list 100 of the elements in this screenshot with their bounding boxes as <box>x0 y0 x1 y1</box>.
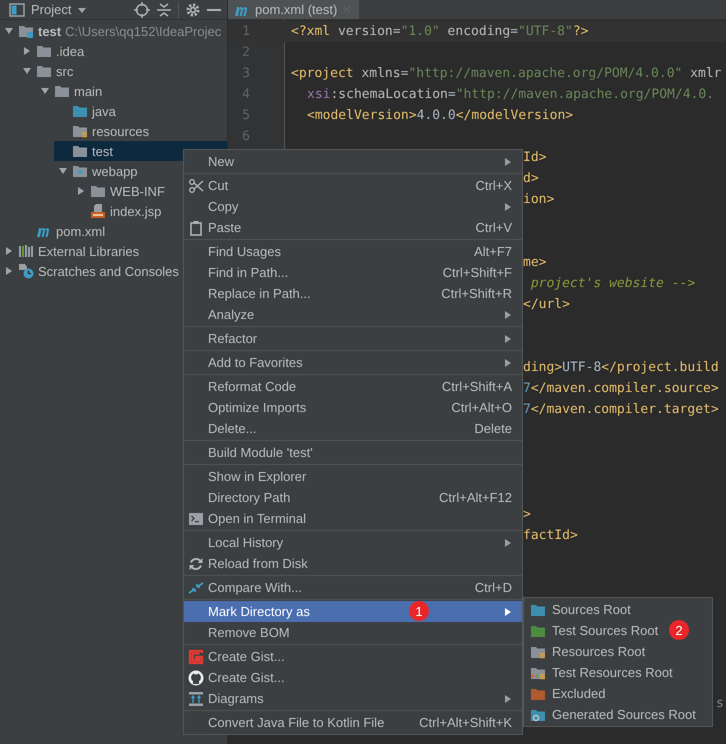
github-icon <box>188 670 204 686</box>
menu-item[interactable]: Test Resources Root <box>524 662 712 683</box>
menu-item[interactable]: Replace in Path... Ctrl+Shift+R <box>184 283 522 304</box>
menu-item[interactable]: Analyze <box>184 304 522 325</box>
menu-item[interactable]: Open in Terminal <box>184 508 522 529</box>
web-folder-icon <box>72 163 88 179</box>
expanded-arrow-icon[interactable] <box>22 66 32 76</box>
tree-item[interactable]: src <box>18 61 227 81</box>
code-line: ion> <box>523 192 554 207</box>
folder-icon <box>72 143 88 159</box>
code-line: <?xml version="1.0" encoding="UTF-8"?> <box>291 24 588 39</box>
menu-item[interactable]: Add to Favorites <box>184 352 522 373</box>
resource-folder-icon <box>72 123 88 139</box>
shortcut-label: Alt+F7 <box>474 244 512 259</box>
collapsed-arrow-icon[interactable] <box>4 246 14 256</box>
menu-item[interactable]: Convert Java File to Kotlin File Ctrl+Alt+Shift+K <box>184 712 522 733</box>
menu-item[interactable]: Build Module 'test' <box>184 442 522 463</box>
menu-item[interactable]: Generated Sources Root <box>524 704 712 725</box>
expanded-arrow-icon[interactable] <box>58 166 68 176</box>
menu-item[interactable]: Cut Ctrl+X <box>184 175 522 196</box>
reload-icon <box>188 556 204 572</box>
library-icon <box>18 243 34 259</box>
code-line: s <box>716 696 724 711</box>
folder-icon <box>90 183 106 199</box>
menu-item[interactable]: Find in Path... Ctrl+Shift+F <box>184 262 522 283</box>
folder-icon <box>36 63 52 79</box>
project-path: C:\Users\qq152\IdeaProjec <box>65 24 222 38</box>
menu-item[interactable]: Reload from Disk <box>184 553 522 574</box>
code-line: > <box>523 507 531 522</box>
code-line: xsi:schemaLocation="http://maven.apache.org/POM/4.0. <box>307 87 714 102</box>
dropdown-caret-icon[interactable] <box>77 6 88 14</box>
tree-item[interactable]: java <box>54 101 227 121</box>
folder-icon <box>72 103 88 119</box>
step-badge: 1 <box>409 601 429 621</box>
code-line: 7</maven.compiler.source> <box>523 381 719 396</box>
tree-item[interactable]: test C:\Users\qq152\IdeaProjec <box>0 21 227 41</box>
menu-item[interactable]: Excluded <box>524 683 712 704</box>
compare-arrows-icon <box>188 580 204 596</box>
menu-item[interactable]: Compare With... Ctrl+D <box>184 577 522 598</box>
shortcut-label: Ctrl+Alt+O <box>451 400 512 415</box>
code-line: project's website --> <box>530 276 696 291</box>
menu-item[interactable]: Create Gist... <box>184 646 522 667</box>
code-line: ding>UTF-8</project.build <box>523 360 719 375</box>
expanded-arrow-icon[interactable] <box>40 86 50 96</box>
expanded-arrow-icon[interactable] <box>4 26 14 36</box>
collapsed-arrow-icon[interactable] <box>4 266 14 276</box>
shortcut-label: Ctrl+Shift+A <box>442 379 512 394</box>
menu-item[interactable]: Local History <box>184 532 522 553</box>
menu-item[interactable]: Find Usages Alt+F7 <box>184 241 522 262</box>
folder-icon <box>54 83 70 99</box>
shortcut-label: Delete <box>474 421 512 436</box>
menu-item[interactable]: Refactor <box>184 328 522 349</box>
code-line: </url> <box>523 297 570 312</box>
menu-item[interactable]: Delete... Delete <box>184 418 522 439</box>
menu-item[interactable]: Mark Directory as 1 <box>184 601 522 622</box>
menu-item[interactable]: Copy <box>184 196 522 217</box>
menu-item[interactable]: Sources Root <box>524 599 712 620</box>
folder-icon <box>36 43 52 59</box>
scissors-icon <box>188 178 204 194</box>
shortcut-label: Ctrl+V <box>476 220 512 235</box>
shortcut-label: Ctrl+X <box>476 178 512 193</box>
panel-icon[interactable] <box>9 2 25 16</box>
code-line: d> <box>523 171 539 186</box>
menu-item[interactable]: Remove BOM <box>184 622 522 643</box>
menu-item[interactable]: Resources Root <box>524 641 712 662</box>
jsp-file-icon <box>90 203 106 219</box>
minimize-icon[interactable] <box>207 8 221 12</box>
project-view-title[interactable]: Project <box>31 2 72 17</box>
menu-item[interactable]: Directory Path Ctrl+Alt+F12 <box>184 487 522 508</box>
tree-item[interactable]: resources <box>54 121 227 141</box>
editor-tab[interactable]: pom.xml (test) <box>228 0 360 19</box>
code-line: Id> <box>523 150 546 165</box>
tree-item[interactable]: .idea <box>18 41 227 61</box>
clipboard-icon <box>188 220 204 236</box>
terminal-icon <box>188 510 204 526</box>
code-line: 7</maven.compiler.target> <box>523 402 719 417</box>
shortcut-label: Ctrl+Shift+R <box>441 286 512 301</box>
collapse-all-icon[interactable] <box>156 2 172 18</box>
step-badge: 2 <box>669 620 689 640</box>
menu-item[interactable]: Test Sources Root 2 <box>524 620 712 641</box>
menu-item[interactable]: Show in Explorer <box>184 466 522 487</box>
settings-icon[interactable] <box>185 2 201 18</box>
tree-item[interactable]: main <box>36 81 227 101</box>
menu-item[interactable]: Optimize Imports Ctrl+Alt+O <box>184 397 522 418</box>
scratch-clock-icon <box>18 263 34 279</box>
menu-item[interactable]: Reformat Code Ctrl+Shift+A <box>184 376 522 397</box>
menu-item[interactable]: Diagrams <box>184 688 522 709</box>
collapsed-arrow-icon[interactable] <box>22 46 32 56</box>
menu-item[interactable]: Paste Ctrl+V <box>184 217 522 238</box>
module-folder-icon <box>18 23 34 39</box>
shortcut-label: Ctrl+Alt+Shift+K <box>419 715 512 730</box>
menu-item[interactable]: Create Gist... <box>184 667 522 688</box>
diagram-icon <box>188 690 204 706</box>
code-line: factId> <box>523 528 578 543</box>
collapsed-arrow-icon[interactable] <box>76 186 86 196</box>
shortcut-label: Ctrl+Shift+F <box>442 265 512 280</box>
locate-target-icon[interactable] <box>134 2 150 18</box>
gist-logo-icon <box>188 648 204 664</box>
shortcut-label: Ctrl+Alt+F12 <box>439 490 512 505</box>
code-line: me> <box>523 255 546 270</box>
